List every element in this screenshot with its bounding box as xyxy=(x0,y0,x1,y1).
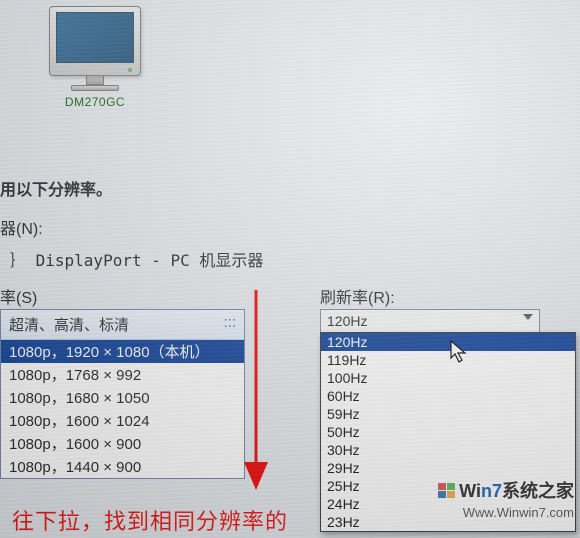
resolution-item[interactable]: 1080p，1600 × 1024 xyxy=(1,409,244,432)
refresh-rate-selected: 120Hz xyxy=(327,313,367,329)
refresh-option[interactable]: 119Hz xyxy=(321,351,575,369)
monitor-label: DM270GC xyxy=(40,95,150,109)
port-line: ｝ DisplayPort - PC 机显示器 xyxy=(10,247,263,271)
watermark-line1: Win7系统之家 xyxy=(437,477,574,505)
use-resolution-label: 用以下分辨率。 xyxy=(0,176,112,200)
watermark-url: Www.Winwin7.com xyxy=(437,505,574,520)
red-arrow-icon xyxy=(240,290,280,500)
refresh-option[interactable]: 50Hz xyxy=(321,423,575,441)
resolution-item[interactable]: 1080p，1600 × 900 xyxy=(1,432,244,455)
resolution-item[interactable]: 1080p，1440 × 900 xyxy=(1,455,244,478)
annotation-text: 往下拉，找到相同分辨率的 xyxy=(12,504,288,536)
device-label: 器(N): xyxy=(0,215,43,239)
refresh-option[interactable]: 120Hz xyxy=(321,333,575,351)
watermark-wi: Wi xyxy=(459,481,481,501)
refresh-option[interactable]: 30Hz xyxy=(321,441,575,459)
refresh-option[interactable]: 29Hz xyxy=(321,459,575,477)
resolution-item[interactable]: 1080p，1920 × 1080（本机） xyxy=(1,340,244,363)
resolution-header-dots-icon: ::: xyxy=(223,314,236,331)
resolution-header-text: 超清、高清、标清 xyxy=(9,317,129,334)
watermark: Win7系统之家 Www.Winwin7.com xyxy=(437,477,574,520)
refresh-label: 刷新率(R): xyxy=(320,284,395,308)
refresh-rate-combobox[interactable]: 120Hz xyxy=(320,309,540,333)
resolution-listbox[interactable]: 超清、高清、标清 ::: 1080p，1920 × 1080（本机）1080p，… xyxy=(0,309,245,479)
monitor-device-icon[interactable]: DM270GC xyxy=(40,6,150,109)
watermark-suffix: 系统之家 xyxy=(502,481,574,501)
resolution-header: 超清、高清、标清 ::: xyxy=(1,310,244,340)
resolution-item[interactable]: 1080p，1768 × 992 xyxy=(1,363,244,386)
rate-label: 率(S) xyxy=(0,284,37,308)
refresh-option[interactable]: 60Hz xyxy=(321,387,575,405)
monitor-glyph xyxy=(49,6,141,76)
windows-flag-icon xyxy=(437,482,457,505)
chevron-down-icon xyxy=(523,314,533,320)
refresh-option[interactable]: 59Hz xyxy=(321,405,575,423)
resolution-item[interactable]: 1080p，1680 × 1050 xyxy=(1,386,244,409)
refresh-option[interactable]: 100Hz xyxy=(321,369,575,387)
watermark-n7: n7 xyxy=(481,481,502,501)
